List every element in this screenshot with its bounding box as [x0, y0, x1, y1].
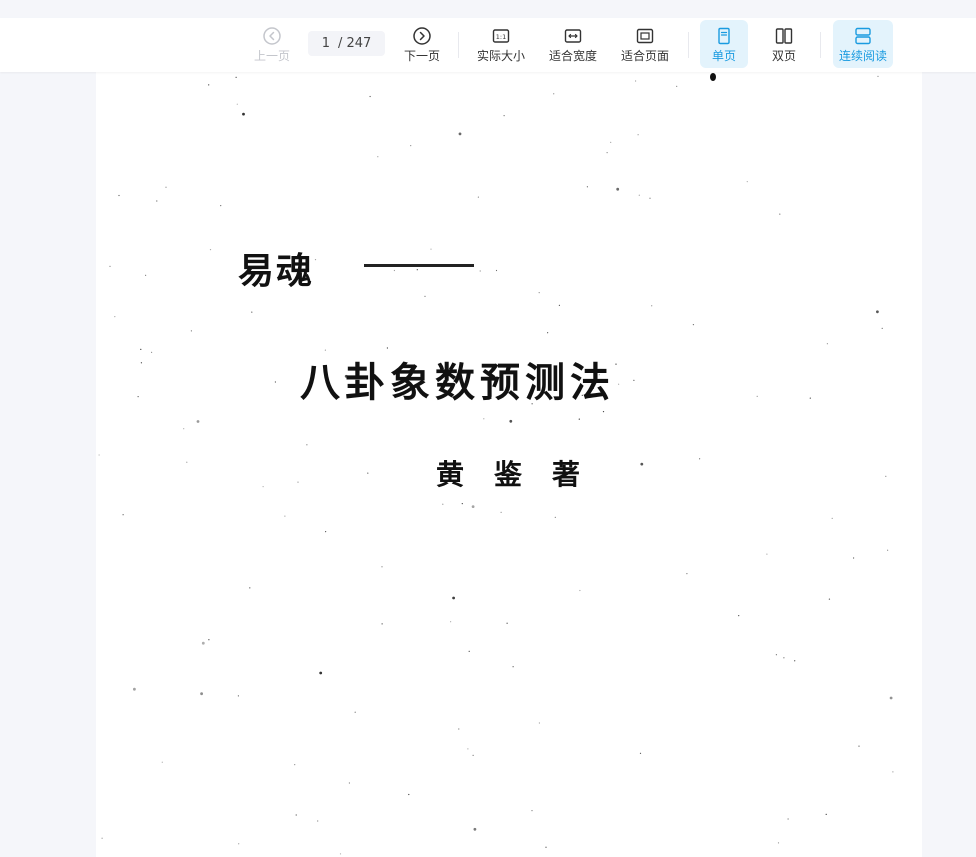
fit-page-button[interactable]: 适合页面: [616, 20, 674, 68]
prev-page-button[interactable]: 上一页: [250, 20, 294, 68]
double-page-button[interactable]: 双页: [760, 20, 808, 68]
page-total-label: / 247: [338, 36, 372, 51]
author-line: 黄鉴著: [436, 458, 611, 491]
toolbar-divider: [458, 32, 459, 58]
page-number-input[interactable]: [308, 36, 330, 51]
fit-width-icon: [564, 28, 582, 43]
document-viewer[interactable]: 易魂 八卦象数预测法 黄鉴著: [0, 72, 976, 857]
toolbar-divider: [688, 32, 689, 58]
single-page-icon: [718, 27, 730, 44]
single-page-button[interactable]: 单页: [700, 20, 748, 68]
book-title: 八卦象数预测法: [300, 359, 615, 406]
continuous-reading-label: 连续阅读: [838, 48, 887, 63]
svg-text:1:1: 1:1: [496, 32, 506, 40]
top-strip: [0, 0, 976, 18]
document-page: 易魂 八卦象数预测法 黄鉴著: [96, 72, 922, 857]
series-title: 易魂: [238, 250, 315, 292]
actual-size-label: 实际大小: [476, 48, 525, 63]
pdf-reader-app: 上一页 / 247 下一页 1:1 实际大小: [0, 0, 976, 857]
next-page-label: 下一页: [403, 48, 440, 63]
viewer-toolbar: 上一页 / 247 下一页 1:1 实际大小: [0, 18, 976, 72]
double-page-label: 双页: [771, 48, 796, 63]
actual-size-button[interactable]: 1:1 实际大小: [472, 20, 530, 68]
fit-page-icon: [636, 28, 654, 43]
chevron-left-circle-icon: [263, 26, 281, 45]
title-dash: [364, 264, 474, 267]
next-page-button[interactable]: 下一页: [400, 20, 444, 68]
actual-size-icon: 1:1: [492, 28, 510, 43]
fit-width-button[interactable]: 适合宽度: [544, 20, 602, 68]
single-page-label: 单页: [711, 48, 736, 63]
fit-page-label: 适合页面: [620, 48, 669, 63]
prev-page-label: 上一页: [253, 48, 290, 63]
page-number-box: / 247: [308, 31, 385, 56]
continuous-reading-button[interactable]: 连续阅读: [833, 20, 893, 68]
toolbar-divider: [820, 32, 821, 58]
fit-width-label: 适合宽度: [548, 48, 597, 63]
chevron-right-circle-icon: [413, 26, 431, 45]
double-page-icon: [775, 27, 793, 44]
continuous-reading-icon: [855, 27, 871, 44]
